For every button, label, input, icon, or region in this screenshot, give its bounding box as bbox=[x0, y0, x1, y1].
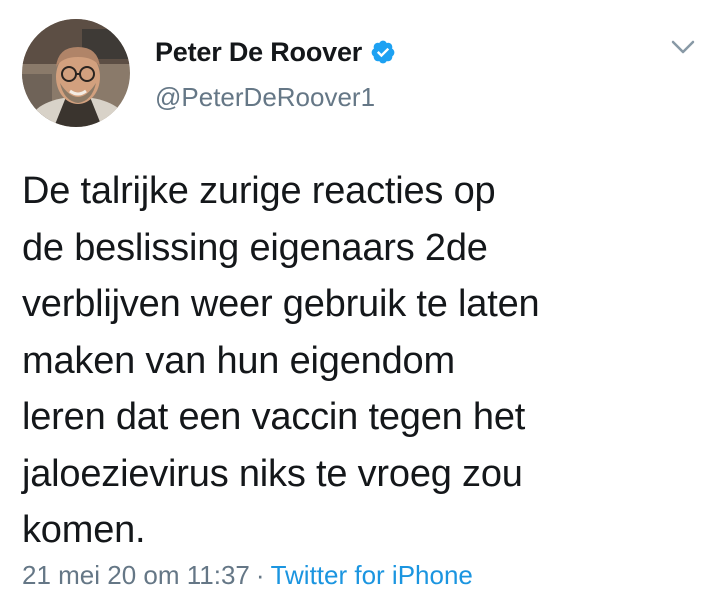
author-handle[interactable]: @PeterDeRoover1 bbox=[155, 82, 375, 113]
tweet-card: Peter De Roover @PeterDeRoover1 De talri… bbox=[0, 0, 719, 613]
profile-photo-icon bbox=[22, 19, 130, 127]
tweet-timestamp[interactable]: 21 mei 20 om 11:37 bbox=[22, 560, 250, 590]
author-name-row[interactable]: Peter De Roover bbox=[155, 34, 396, 70]
tweet-meta: 21 mei 20 om 11:37 · Twitter for iPhone bbox=[22, 560, 473, 591]
tweet-source-link[interactable]: Twitter for iPhone bbox=[271, 560, 473, 590]
meta-separator: · bbox=[255, 560, 265, 590]
author-display-name[interactable]: Peter De Roover bbox=[155, 37, 362, 68]
chevron-down-icon[interactable] bbox=[670, 36, 696, 58]
tweet-text: De talrijke zurige reacties op de beslis… bbox=[22, 170, 540, 551]
avatar[interactable] bbox=[22, 19, 130, 127]
verified-badge-icon bbox=[370, 39, 396, 65]
